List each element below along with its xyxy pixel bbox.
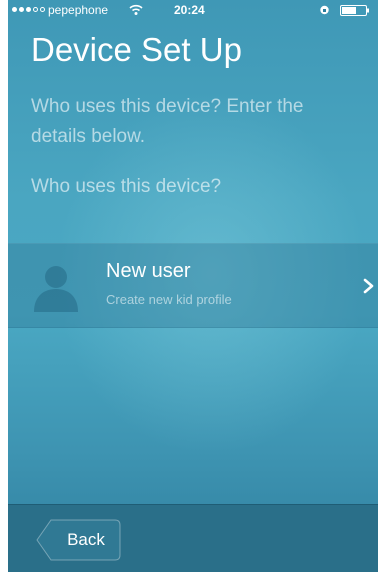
back-button[interactable]: Back	[35, 519, 121, 561]
chevron-right-icon	[363, 278, 374, 294]
back-button-label: Back	[67, 530, 105, 549]
battery-icon	[340, 5, 369, 16]
device-setup-screen: pepephone 20:24 Device Set Up Who uses t…	[8, 0, 378, 572]
signal-dot	[33, 7, 38, 12]
wifi-icon	[129, 4, 143, 15]
signal-dot	[26, 7, 31, 12]
instruction-text: Who uses this device? Enter the details …	[31, 96, 304, 147]
new-user-subtitle: Create new kid profile	[106, 292, 232, 307]
new-user-label: New user	[106, 260, 191, 282]
page-title: Device Set Up	[31, 31, 242, 68]
status-time: 20:24	[174, 3, 205, 17]
person-silhouette-icon	[34, 266, 78, 312]
signal-dot	[12, 7, 17, 12]
status-bar: pepephone 20:24	[8, 0, 378, 20]
rotation-lock-icon	[320, 5, 329, 15]
new-user-row[interactable]: New user Create new kid profile	[8, 243, 378, 328]
bottom-navigation-bar: Back	[8, 504, 378, 572]
signal-strength	[12, 7, 45, 12]
signal-dot	[19, 7, 24, 12]
signal-dot	[40, 7, 45, 12]
question-text: Who uses this device?	[31, 176, 222, 197]
carrier-name: pepephone	[48, 3, 109, 17]
